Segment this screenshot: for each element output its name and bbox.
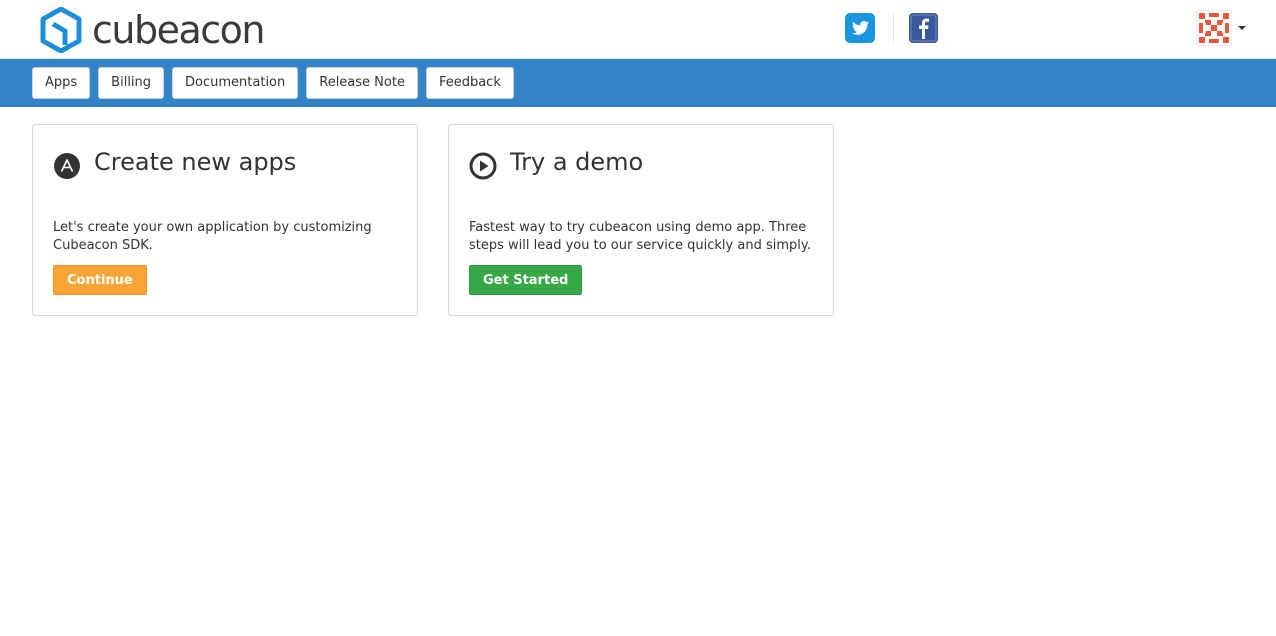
create-apps-card: Create new apps Let's create your own ap… <box>32 124 418 316</box>
user-menu[interactable] <box>1196 10 1246 46</box>
brand-name: cubeacon <box>92 8 266 52</box>
card-description: Let's create your own application by cus… <box>53 220 372 253</box>
card-description: Fastest way to try cubeacon using demo a… <box>469 220 811 253</box>
brand-logo[interactable]: cubeacon <box>40 7 266 53</box>
user-avatar <box>1196 10 1232 46</box>
twitter-link[interactable] <box>845 13 875 43</box>
top-bar: cubeacon <box>0 0 1276 59</box>
nav-documentation-button[interactable]: Documentation <box>172 67 299 99</box>
facebook-link[interactable] <box>909 13 938 43</box>
card-title: Try a demo <box>510 148 644 176</box>
card-header: Create new apps <box>53 147 397 179</box>
social-links <box>845 13 938 43</box>
nav-release-note-button[interactable]: Release Note <box>306 67 418 99</box>
cube-logo-icon <box>40 7 82 53</box>
continue-button[interactable]: Continue <box>53 265 147 295</box>
nav-apps-button[interactable]: Apps <box>32 67 91 99</box>
app-icon <box>54 153 80 179</box>
card-title: Create new apps <box>94 148 297 176</box>
play-icon <box>469 152 497 180</box>
try-demo-card: Try a demo Fastest way to try cubeacon u… <box>448 124 834 316</box>
card-header: Try a demo <box>469 147 813 180</box>
main-nav: Apps Billing Documentation Release Note … <box>0 59 1276 107</box>
caret-down-icon <box>1238 26 1246 30</box>
twitter-icon <box>845 13 875 43</box>
nav-feedback-button[interactable]: Feedback <box>425 67 514 99</box>
facebook-icon <box>909 13 938 43</box>
nav-billing-button[interactable]: Billing <box>98 67 165 99</box>
get-started-button[interactable]: Get Started <box>469 265 583 295</box>
social-divider <box>893 14 894 42</box>
